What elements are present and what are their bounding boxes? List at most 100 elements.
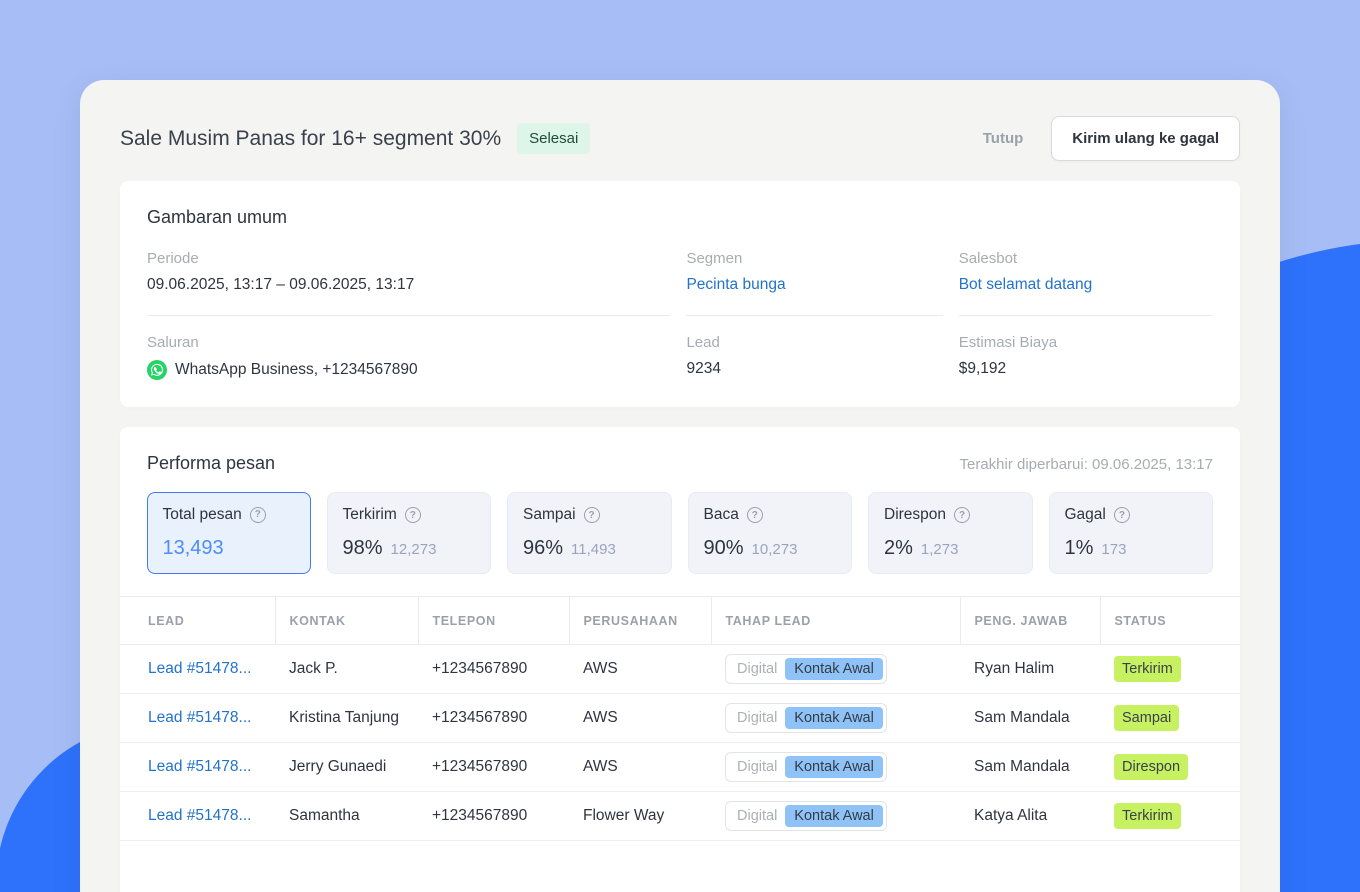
pipeline-label: Digital: [729, 756, 785, 778]
cell-lead: Lead #51478...: [120, 792, 275, 841]
tile-label: Gagal: [1065, 506, 1106, 524]
pipeline-label: Digital: [729, 707, 785, 729]
tile-label: Total pesan: [163, 506, 242, 524]
table-row: Lead #51478...Jack P.+1234567890AWSDigit…: [120, 645, 1240, 694]
help-icon[interactable]: ?: [405, 507, 421, 523]
cell-lead: Lead #51478...: [120, 743, 275, 792]
field-value-saluran: WhatsApp Business, +1234567890: [147, 360, 670, 380]
cell-kontak: Jack P.: [275, 645, 418, 694]
help-icon[interactable]: ?: [954, 507, 970, 523]
stat-tile-terkirim[interactable]: Terkirim?98%12,273: [327, 492, 492, 574]
overview-field-salesbot: Salesbot Bot selamat datang: [959, 232, 1213, 316]
tile-label-row: Gagal?: [1065, 506, 1198, 524]
tile-count: 11,493: [571, 541, 616, 558]
help-icon[interactable]: ?: [584, 507, 600, 523]
stat-tile-total-pesan[interactable]: Total pesan? 13,493: [147, 492, 311, 574]
column-header-status: STATUS: [1100, 597, 1240, 645]
overview-field-periode: Periode09.06.2025, 13:17 – 09.06.2025, 1…: [147, 232, 670, 316]
tile-label-row: Direspon?: [884, 506, 1017, 524]
field-value-segmen[interactable]: Pecinta bunga: [686, 276, 942, 294]
cell-tahap-lead: DigitalKontak Awal: [711, 792, 960, 841]
field-value-text: WhatsApp Business, +1234567890: [175, 361, 418, 379]
tile-value-row: 2%1,273: [884, 537, 1017, 560]
tile-count: 173: [1101, 541, 1126, 558]
stat-tile-gagal[interactable]: Gagal? 1% 173: [1049, 492, 1214, 574]
tile-value-row: 90%10,273: [704, 537, 837, 560]
lead-link[interactable]: Lead #51478...: [148, 709, 251, 726]
pipeline-label: Digital: [729, 658, 785, 680]
leads-table-head: LEADKONTAKTELEPONPERUSAHAANTAHAP LEADPEN…: [120, 597, 1240, 645]
field-value-estimasi-biaya: $9,192: [959, 360, 1213, 378]
pipeline-label: Digital: [729, 805, 785, 827]
status-badge: Selesai: [517, 123, 590, 154]
stage-chip: Kontak Awal: [785, 756, 883, 778]
leads-table: LEADKONTAKTELEPONPERUSAHAANTAHAP LEADPEN…: [120, 596, 1240, 841]
campaign-report-panel: Sale Musim Panas for 16+ segment 30% Sel…: [80, 80, 1280, 892]
column-header-lead: LEAD: [120, 597, 275, 645]
field-label-salesbot: Salesbot: [959, 250, 1213, 267]
cell-tahap-lead: DigitalKontak Awal: [711, 743, 960, 792]
panel-header: Sale Musim Panas for 16+ segment 30% Sel…: [120, 116, 1240, 161]
cell-telepon: +1234567890: [418, 792, 569, 841]
tile-label: Sampai: [523, 506, 576, 524]
lead-link[interactable]: Lead #51478...: [148, 807, 251, 824]
cell-kontak: Samantha: [275, 792, 418, 841]
whatsapp-icon: [147, 360, 167, 380]
tile-count: 1,273: [921, 541, 959, 558]
field-label-lead: Lead: [686, 334, 942, 351]
cell-tahap-lead: DigitalKontak Awal: [711, 694, 960, 743]
lead-link[interactable]: Lead #51478...: [148, 758, 251, 775]
help-icon[interactable]: ?: [1114, 507, 1130, 523]
stat-tile-direspon[interactable]: Direspon? 2%1,273: [868, 492, 1033, 574]
lead-stage-group: DigitalKontak Awal: [725, 752, 887, 782]
page-title: Sale Musim Panas for 16+ segment 30%: [120, 127, 501, 151]
field-label-estimasi-biaya: Estimasi Biaya: [959, 334, 1213, 351]
table-row: Lead #51478...Kristina Tanjung+123456789…: [120, 694, 1240, 743]
cell-perusahaan: AWS: [569, 743, 711, 792]
tile-percent: 96%: [523, 537, 563, 560]
cell-tahap-lead: DigitalKontak Awal: [711, 645, 960, 694]
column-header-perusahaan: PERUSAHAAN: [569, 597, 711, 645]
tile-value-row: 13,493: [163, 537, 296, 560]
tile-percent: 1%: [1065, 537, 1094, 560]
overview-field-saluran: SaluranWhatsApp Business, +1234567890: [147, 316, 670, 401]
lead-link[interactable]: Lead #51478...: [148, 660, 251, 677]
help-icon[interactable]: ?: [747, 507, 763, 523]
cell-peng-jawab: Ryan Halim: [960, 645, 1100, 694]
field-value-text: 9234: [686, 360, 720, 378]
column-header-kontak: KONTAK: [275, 597, 418, 645]
performance-title: Performa pesan: [147, 453, 275, 474]
column-header-tahap-lead: TAHAP LEAD: [711, 597, 960, 645]
column-header-peng-jawab: PENG. JAWAB: [960, 597, 1100, 645]
lead-stage-group: DigitalKontak Awal: [725, 654, 887, 684]
field-value-text: Bot selamat datang: [959, 276, 1093, 294]
tile-count: 12,273: [391, 541, 437, 558]
close-link[interactable]: Tutup: [983, 130, 1024, 147]
overview-field-lead: Lead 9234: [686, 316, 942, 401]
resend-to-failed-button[interactable]: Kirim ulang ke gagal: [1051, 116, 1240, 161]
table-row: Lead #51478...Samantha+1234567890Flower …: [120, 792, 1240, 841]
cell-telepon: +1234567890: [418, 743, 569, 792]
tile-label-row: Terkirim?: [343, 506, 476, 524]
cell-lead: Lead #51478...: [120, 645, 275, 694]
tile-percent: 90%: [704, 537, 744, 560]
tile-label: Direspon: [884, 506, 946, 524]
tile-label-row: Sampai?: [523, 506, 656, 524]
overview-title: Gambaran umum: [147, 207, 1213, 228]
overview-card: Gambaran umum Periode09.06.2025, 13:17 –…: [120, 181, 1240, 407]
stat-tile-sampai[interactable]: Sampai? 96% 11,493: [507, 492, 672, 574]
status-chip-terkirim: Terkirim: [1114, 803, 1181, 829]
help-icon[interactable]: ?: [250, 507, 266, 523]
tile-value-row: 1% 173: [1065, 537, 1198, 560]
field-value-lead: 9234: [686, 360, 942, 378]
stat-tile-baca[interactable]: Baca? 90%10,273: [688, 492, 853, 574]
tile-label: Terkirim: [343, 506, 397, 524]
cell-peng-jawab: Katya Alita: [960, 792, 1100, 841]
lead-stage-group: DigitalKontak Awal: [725, 801, 887, 831]
field-label-periode: Periode: [147, 250, 670, 267]
overview-field-estimasi-biaya: Estimasi Biaya $9,192: [959, 316, 1213, 401]
tile-label-row: Baca?: [704, 506, 837, 524]
field-label-segmen: Segmen: [686, 250, 942, 267]
status-chip-direspon: Direspon: [1114, 754, 1188, 780]
field-value-salesbot[interactable]: Bot selamat datang: [959, 276, 1213, 294]
